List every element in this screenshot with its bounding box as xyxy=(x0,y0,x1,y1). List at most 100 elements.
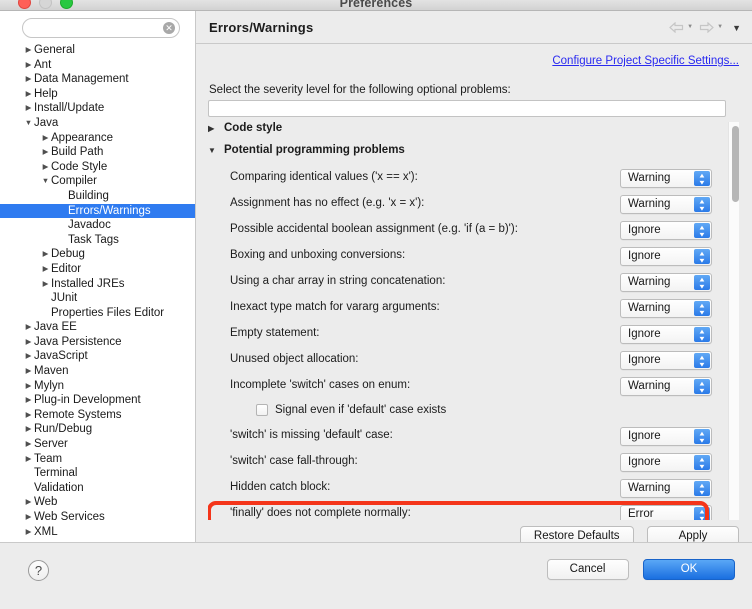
sidebar-item-build-path[interactable]: ▶ Build Path xyxy=(0,145,195,160)
stepper-arrows-icon[interactable]: ▲ ▼ xyxy=(694,481,710,496)
sidebar-item-validation[interactable]: Validation xyxy=(0,481,195,496)
sidebar-item-team[interactable]: ▶ Team xyxy=(0,452,195,467)
chevron-right-icon[interactable]: ▶ xyxy=(23,101,34,116)
stepper-arrows-icon[interactable]: ▲ ▼ xyxy=(694,327,710,342)
sidebar-item-installed-jres[interactable]: ▶ Installed JREs xyxy=(0,277,195,292)
sidebar-item-editor[interactable]: ▶ Editor xyxy=(0,262,195,277)
chevron-right-icon[interactable]: ▶ xyxy=(23,58,34,73)
sidebar-item-web-services[interactable]: ▶ Web Services xyxy=(0,510,195,525)
sidebar-item-junit[interactable]: JUnit xyxy=(0,291,195,306)
sidebar-item-errors-warnings[interactable]: Errors/Warnings xyxy=(0,203,195,219)
sidebar-item-help[interactable]: ▶ Help xyxy=(0,87,195,102)
chevron-right-icon[interactable]: ▶ xyxy=(23,72,34,87)
help-button[interactable]: ? xyxy=(28,560,49,581)
severity-dropdown[interactable]: Ignore ▲ ▼ xyxy=(620,427,712,446)
sidebar-item-building[interactable]: Building xyxy=(0,189,195,204)
severity-dropdown[interactable]: Warning ▲ ▼ xyxy=(620,377,712,396)
chevron-right-icon[interactable]: ▶ xyxy=(40,262,51,277)
sidebar-item-web[interactable]: ▶ Web xyxy=(0,495,195,510)
chevron-right-icon[interactable]: ▶ xyxy=(40,131,51,146)
severity-dropdown[interactable]: Ignore ▲ ▼ xyxy=(620,221,712,240)
sidebar-item-mylyn[interactable]: ▶ Mylyn xyxy=(0,379,195,394)
severity-dropdown[interactable]: Warning ▲ ▼ xyxy=(620,195,712,214)
sidebar-item-javadoc[interactable]: Javadoc xyxy=(0,218,195,233)
sidebar-item-java-ee[interactable]: ▶ Java EE xyxy=(0,320,195,335)
chevron-right-icon[interactable]: ▶ xyxy=(40,160,51,175)
chevron-right-icon[interactable]: ▶ xyxy=(23,379,34,394)
checkbox-box[interactable] xyxy=(256,404,268,416)
stepper-arrows-icon[interactable]: ▲ ▼ xyxy=(694,455,710,470)
chevron-right-icon[interactable]: ▶ xyxy=(208,124,224,133)
group-header-code-style[interactable]: ▶ Code style xyxy=(208,122,726,144)
stepper-arrows-icon[interactable]: ▲ ▼ xyxy=(694,197,710,212)
chevron-down-icon[interactable]: ▼ xyxy=(40,174,51,189)
scrollbar-thumb[interactable] xyxy=(731,126,739,202)
configure-project-specific-settings-link[interactable]: Configure Project Specific Settings... xyxy=(552,55,739,67)
sidebar-item-compiler[interactable]: ▼ Compiler xyxy=(0,174,195,189)
sidebar-item-code-style[interactable]: ▶ Code Style xyxy=(0,160,195,175)
chevron-right-icon[interactable]: ▶ xyxy=(23,335,34,350)
sidebar-item-appearance[interactable]: ▶ Appearance xyxy=(0,131,195,146)
stepper-arrows-icon[interactable]: ▲ ▼ xyxy=(694,275,710,290)
back-dropdown-icon[interactable]: ▼ xyxy=(687,22,693,33)
options-scrollbar[interactable] xyxy=(728,122,739,520)
chevron-right-icon[interactable]: ▶ xyxy=(23,510,34,525)
stepper-arrows-icon[interactable]: ▲ ▼ xyxy=(694,507,710,520)
stepper-arrows-icon[interactable]: ▲ ▼ xyxy=(694,249,710,264)
sidebar-item-install-update[interactable]: ▶ Install/Update xyxy=(0,101,195,116)
forward-arrow-icon[interactable] xyxy=(699,22,715,33)
clear-search-icon[interactable]: ✕ xyxy=(163,22,175,34)
sidebar-item-debug[interactable]: ▶ Debug xyxy=(0,247,195,262)
ok-button[interactable]: OK xyxy=(643,559,735,580)
sidebar-item-general[interactable]: ▶ General xyxy=(0,43,195,58)
stepper-arrows-icon[interactable]: ▲ ▼ xyxy=(694,171,710,186)
sidebar-item-ant[interactable]: ▶ Ant xyxy=(0,58,195,73)
severity-dropdown[interactable]: Ignore ▲ ▼ xyxy=(620,325,712,344)
chevron-right-icon[interactable]: ▶ xyxy=(23,525,34,540)
stepper-arrows-icon[interactable]: ▲ ▼ xyxy=(694,353,710,368)
sidebar-item-java-persistence[interactable]: ▶ Java Persistence xyxy=(0,335,195,350)
filter-input[interactable] xyxy=(208,100,726,117)
signal-default-case-checkbox[interactable]: Signal even if 'default' case exists xyxy=(256,404,446,416)
sidebar-item-xml[interactable]: ▶ XML xyxy=(0,525,195,540)
chevron-right-icon[interactable]: ▶ xyxy=(23,422,34,437)
panel-menu-icon[interactable]: ▼ xyxy=(732,23,741,33)
sidebar-item-server[interactable]: ▶ Server xyxy=(0,437,195,452)
chevron-right-icon[interactable]: ▶ xyxy=(23,43,34,58)
chevron-right-icon[interactable]: ▶ xyxy=(23,495,34,510)
chevron-right-icon[interactable]: ▶ xyxy=(23,408,34,423)
back-arrow-icon[interactable] xyxy=(669,22,684,33)
forward-dropdown-icon[interactable]: ▼ xyxy=(717,22,723,33)
stepper-arrows-icon[interactable]: ▲ ▼ xyxy=(694,429,710,444)
stepper-arrows-icon[interactable]: ▲ ▼ xyxy=(694,379,710,394)
chevron-right-icon[interactable]: ▶ xyxy=(23,364,34,379)
chevron-right-icon[interactable]: ▶ xyxy=(40,277,51,292)
chevron-down-icon[interactable]: ▼ xyxy=(23,116,34,131)
sidebar-item-remote-systems[interactable]: ▶ Remote Systems xyxy=(0,408,195,423)
severity-dropdown[interactable]: Error ▲ ▼ xyxy=(620,505,712,520)
stepper-arrows-icon[interactable]: ▲ ▼ xyxy=(694,223,710,238)
severity-dropdown[interactable]: Ignore ▲ ▼ xyxy=(620,247,712,266)
chevron-right-icon[interactable]: ▶ xyxy=(23,349,34,364)
sidebar-item-javascript[interactable]: ▶ JavaScript xyxy=(0,349,195,364)
chevron-right-icon[interactable]: ▶ xyxy=(23,437,34,452)
sidebar-item-java[interactable]: ▼ Java xyxy=(0,116,195,131)
sidebar-item-run-debug[interactable]: ▶ Run/Debug xyxy=(0,422,195,437)
sidebar-item-properties-files-editor[interactable]: Properties Files Editor xyxy=(0,306,195,321)
chevron-right-icon[interactable]: ▶ xyxy=(40,247,51,262)
severity-dropdown[interactable]: Warning ▲ ▼ xyxy=(620,299,712,318)
severity-dropdown[interactable]: Warning ▲ ▼ xyxy=(620,169,712,188)
group-header-potential-programming-problems[interactable]: ▼ Potential programming problems xyxy=(208,144,726,166)
chevron-right-icon[interactable]: ▶ xyxy=(23,393,34,408)
severity-dropdown[interactable]: Warning ▲ ▼ xyxy=(620,273,712,292)
chevron-right-icon[interactable]: ▶ xyxy=(23,320,34,335)
severity-dropdown[interactable]: Ignore ▲ ▼ xyxy=(620,351,712,370)
chevron-right-icon[interactable]: ▶ xyxy=(23,87,34,102)
sidebar-item-data-management[interactable]: ▶ Data Management xyxy=(0,72,195,87)
search-input[interactable] xyxy=(22,18,180,38)
chevron-right-icon[interactable]: ▶ xyxy=(23,452,34,467)
chevron-down-icon[interactable]: ▼ xyxy=(208,146,224,155)
cancel-button[interactable]: Cancel xyxy=(546,559,629,580)
stepper-arrows-icon[interactable]: ▲ ▼ xyxy=(694,301,710,316)
severity-dropdown[interactable]: Ignore ▲ ▼ xyxy=(620,453,712,472)
